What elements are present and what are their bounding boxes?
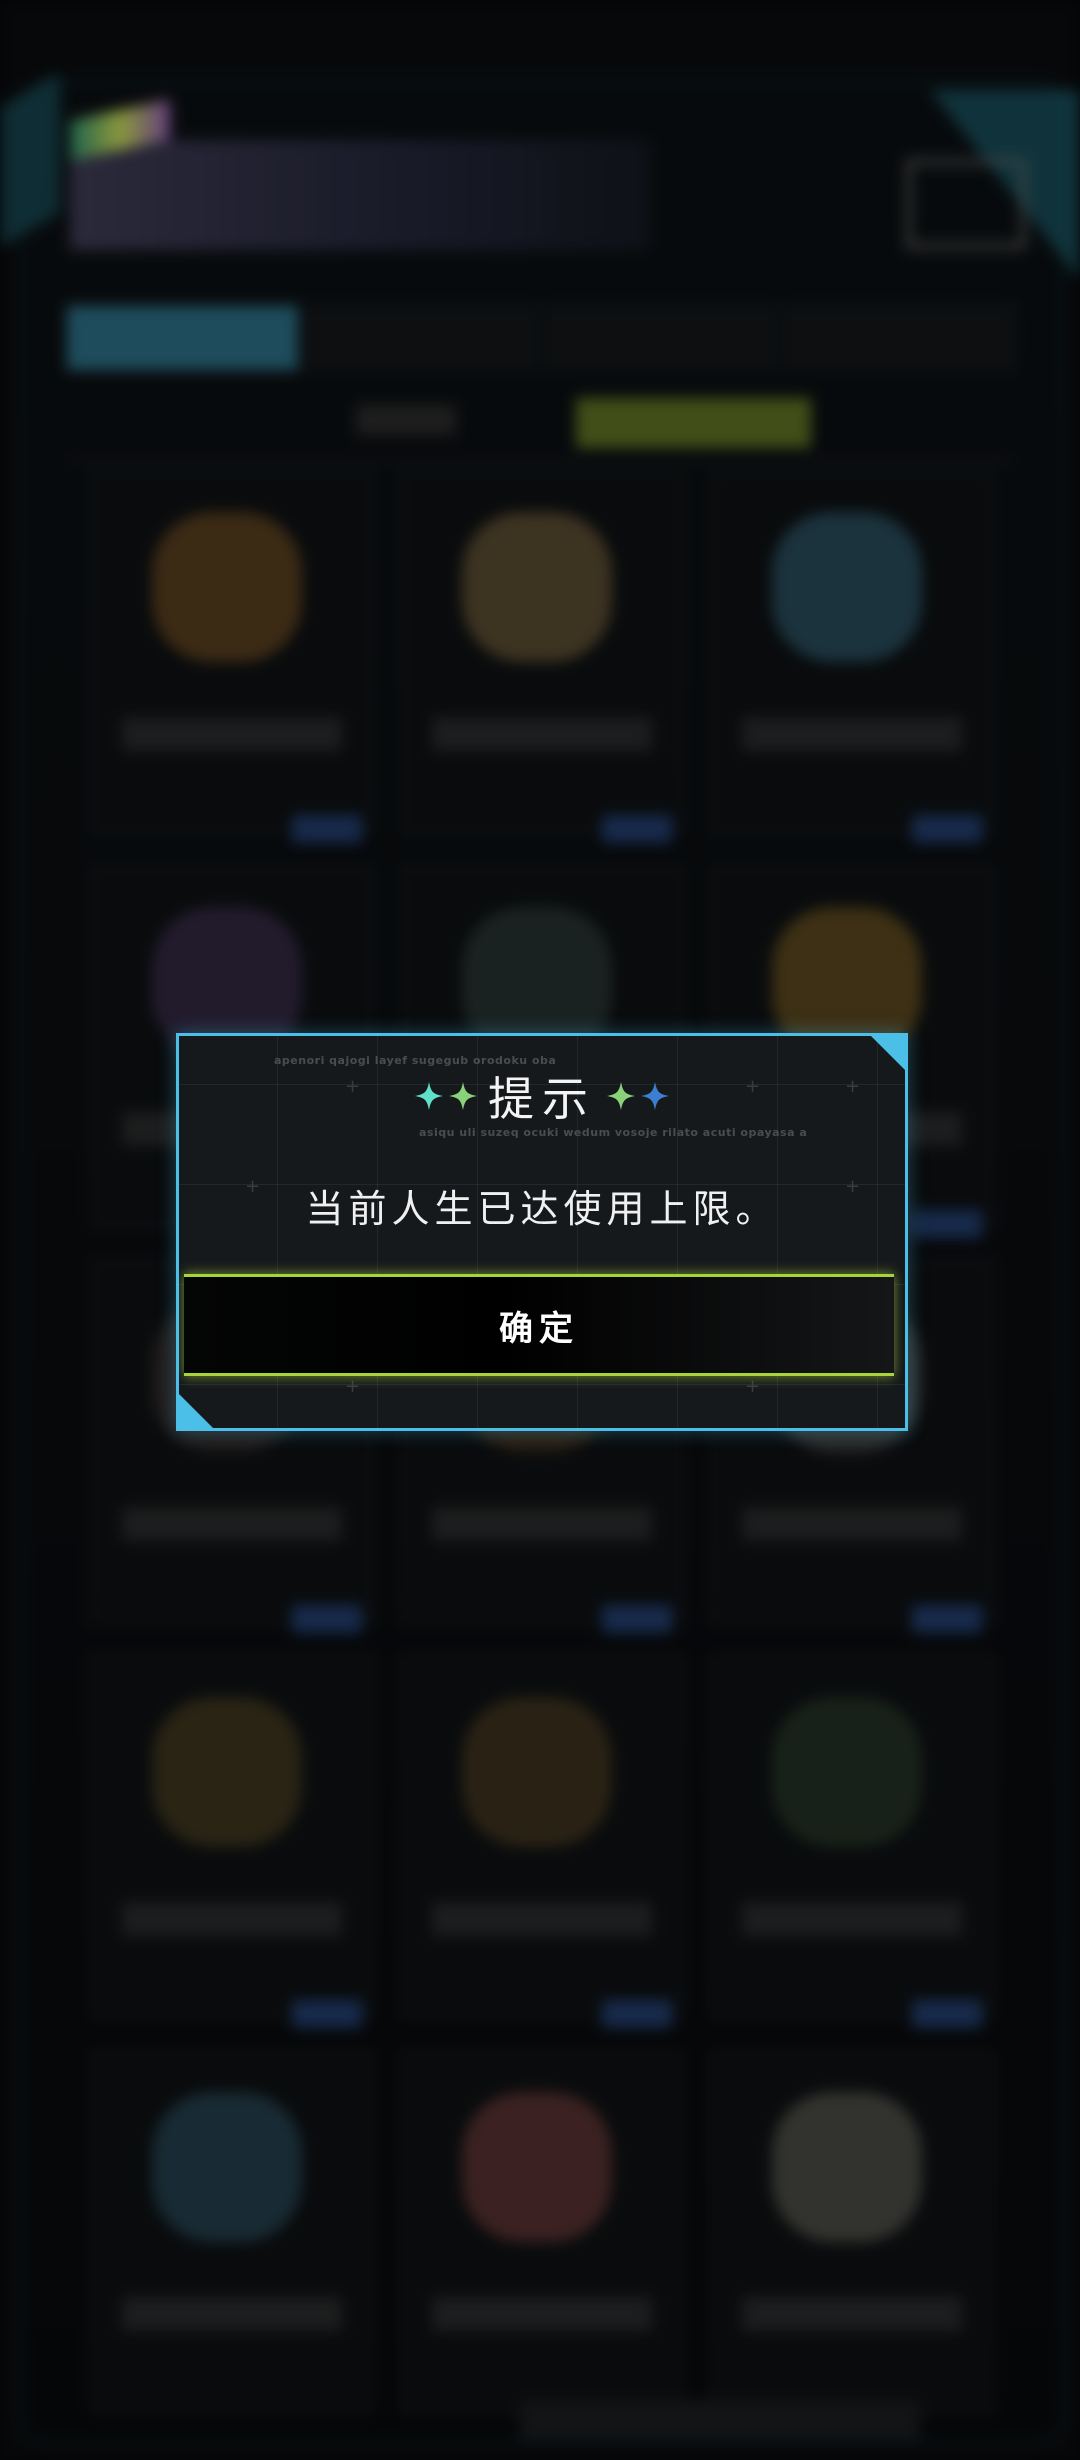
plus-decor-icon: + (745, 1376, 761, 1397)
decor-text: asiqu uli suzeq ocuki wedum vosoje rilat… (419, 1126, 808, 1139)
confirm-button[interactable]: 确定 (184, 1274, 894, 1376)
sparkle-icon-green (449, 1082, 477, 1110)
alert-dialog: apenori qajogi layef sugegub orodoku oba… (176, 1033, 908, 1431)
dialog-title: 提示 (488, 1072, 596, 1126)
sparkle-icon-blue (641, 1082, 669, 1110)
dialog-message: 当前人生已达使用上限。 (305, 1187, 779, 1231)
corner-triangle-decor (179, 1394, 213, 1428)
sparkle-icon-green (607, 1082, 635, 1110)
corner-triangle-decor (871, 1036, 905, 1070)
plus-decor-icon: + (345, 1376, 361, 1397)
confirm-button-label: 确定 (499, 1308, 579, 1349)
sparkle-icon-teal (415, 1082, 443, 1110)
dialog-title-row: 提示 (179, 1066, 905, 1126)
